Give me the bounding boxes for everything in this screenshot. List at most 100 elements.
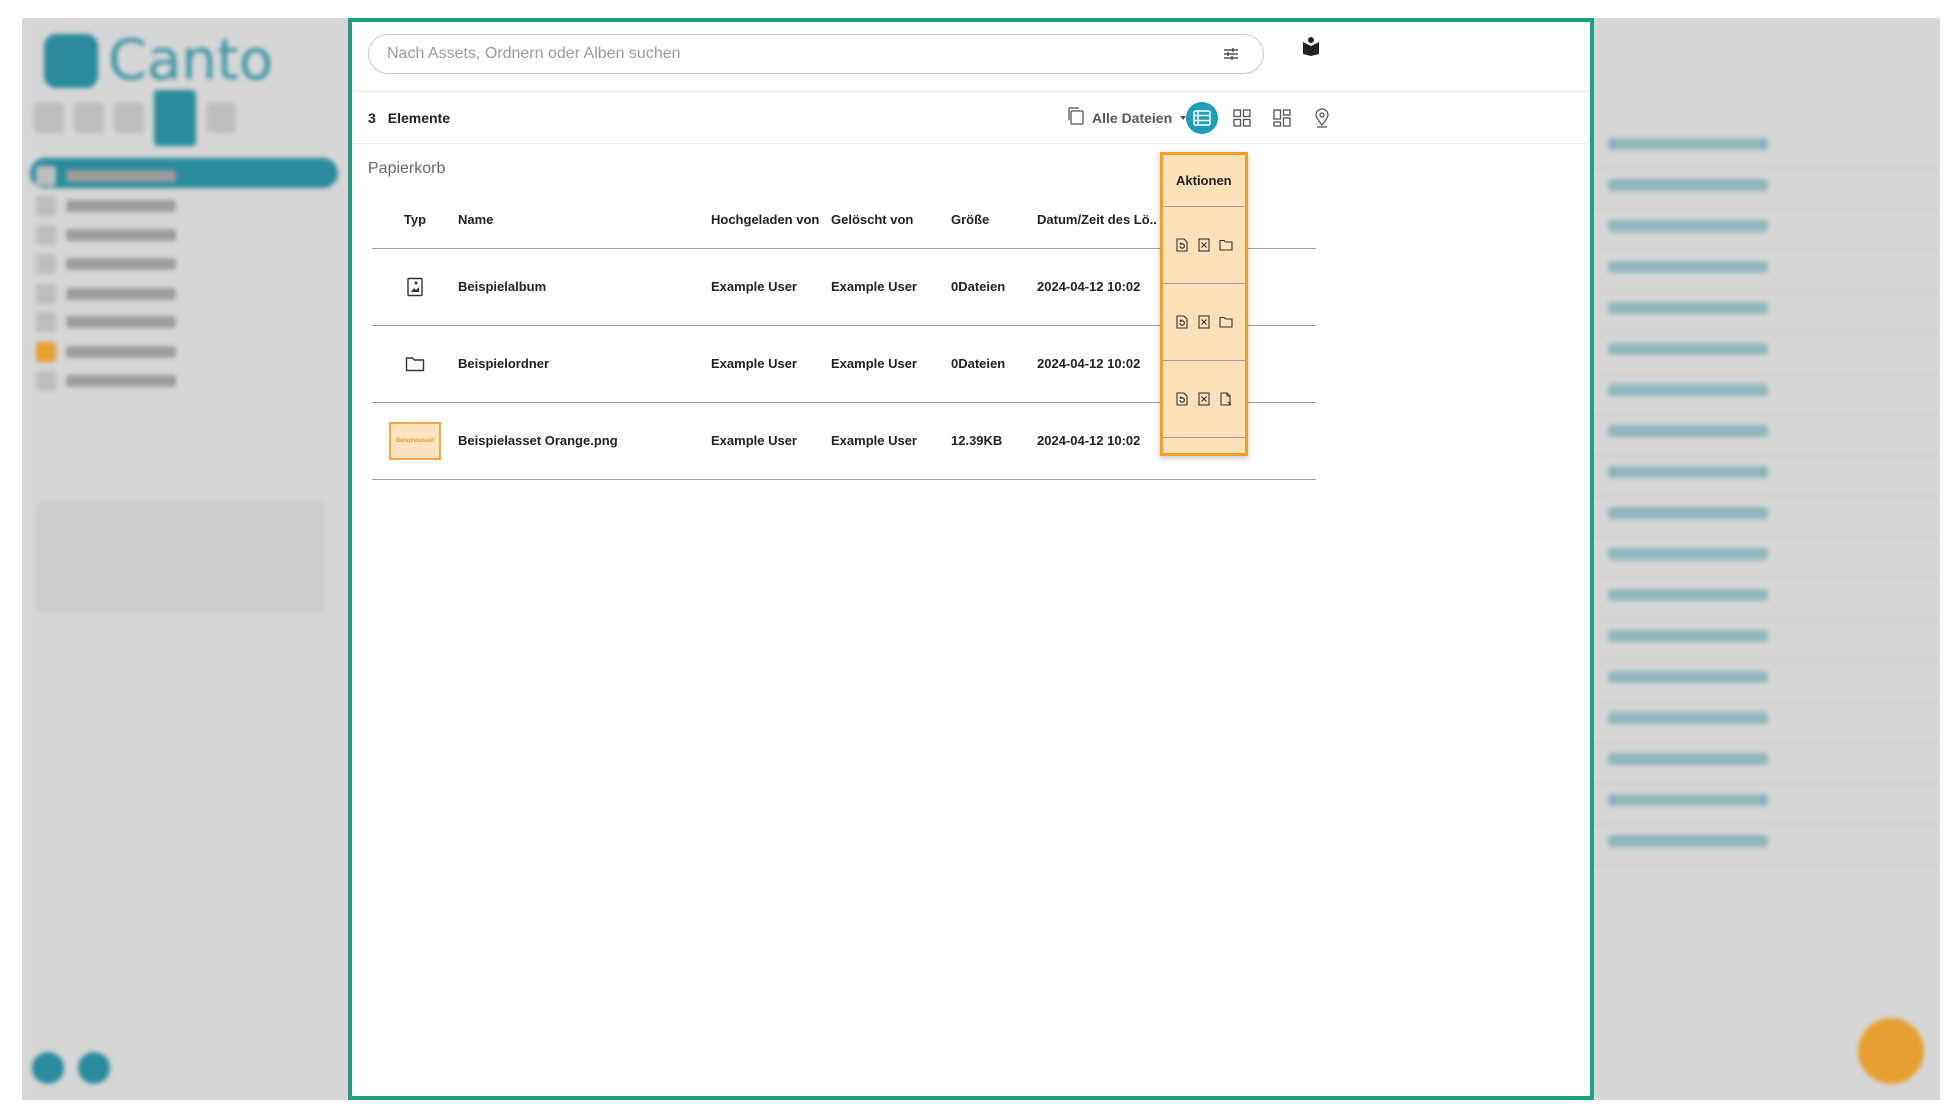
chat-icon[interactable] — [78, 1052, 110, 1084]
asset-size: 0Dateien — [951, 325, 1037, 403]
filter-row-label — [1608, 507, 1768, 519]
asset-name[interactable]: Beispielasset Orange.png — [458, 402, 711, 480]
type-cell: Beispielasset — [372, 421, 458, 460]
filter-row-label — [1608, 548, 1768, 560]
sidebar-item[interactable] — [36, 254, 176, 274]
sidebar-item-label — [66, 316, 176, 328]
actions-row — [1163, 207, 1245, 284]
filter-row-label — [1608, 794, 1768, 806]
sidebar-item-trash[interactable] — [36, 371, 176, 391]
sidebar-item-label — [66, 229, 176, 241]
sidebar-item-label — [66, 346, 176, 358]
actions-row — [1163, 361, 1245, 438]
asset-name[interactable]: Beispielordner — [458, 325, 711, 403]
sidebar-nav-icon-active[interactable] — [154, 90, 196, 146]
canto-logo: Canto — [44, 28, 273, 93]
asset-name[interactable]: Beispielalbum — [458, 248, 711, 326]
filter-row-label — [1608, 343, 1768, 355]
sidebar-item[interactable] — [36, 196, 176, 216]
library-switcher[interactable] — [1302, 36, 1320, 61]
column-header-uploaded-by[interactable]: Hochgeladen von — [711, 192, 831, 249]
asset-size: 0Dateien — [951, 248, 1037, 326]
sidebar-item[interactable] — [36, 342, 176, 362]
filter-row-label — [1608, 753, 1768, 765]
search-filter-icon[interactable] — [1217, 40, 1245, 68]
sidebar-nav-icon[interactable] — [206, 103, 236, 133]
sidebar-item-label — [66, 170, 176, 182]
sidebar-iconbar — [34, 90, 236, 146]
sidebar-item-icon — [36, 312, 56, 332]
sidebar-item-label — [66, 258, 176, 270]
column-header-actions: Aktionen — [1163, 155, 1245, 207]
view-switcher — [1186, 102, 1338, 134]
file-icon[interactable] — [1218, 391, 1234, 407]
deleted-by: Example User — [831, 325, 951, 403]
masonry-view-icon — [1273, 109, 1291, 127]
filter-row-label — [1608, 712, 1768, 724]
album-icon — [407, 277, 423, 296]
filter-row-label — [1608, 630, 1768, 642]
sidebar-footer — [32, 1052, 110, 1084]
list-view-button[interactable] — [1186, 102, 1218, 134]
filter-row-label — [1608, 220, 1768, 232]
sidebar-item[interactable] — [36, 312, 176, 332]
results-toolbar: 3 Elemente Alle Dateien — [352, 92, 1590, 144]
sidebar-item[interactable] — [36, 284, 176, 304]
filter-row-label — [1608, 138, 1768, 150]
filter-row-label — [1608, 384, 1768, 396]
column-header-size[interactable]: Größe — [951, 192, 1037, 249]
column-header-type[interactable]: Typ — [372, 192, 458, 249]
sidebar-item-icon — [36, 166, 56, 186]
trash-main-panel: 3 Elemente Alle Dateien — [348, 18, 1594, 1100]
left-sidebar: Canto — [22, 18, 348, 1100]
sidebar-nav-icon[interactable] — [34, 103, 64, 133]
filter-row-label — [1608, 671, 1768, 683]
sidebar-item-icon — [36, 225, 56, 245]
canto-logo-mark — [44, 33, 98, 88]
filter-row-label — [1608, 261, 1768, 273]
file-filter-dropdown[interactable]: Alle Dateien — [1066, 106, 1188, 129]
filter-row-label — [1608, 466, 1768, 478]
library-icon — [1302, 36, 1320, 61]
column-header-name[interactable]: Name — [458, 192, 711, 249]
uploaded-by: Example User — [711, 325, 831, 403]
column-header-deleted-by[interactable]: Gelöscht von — [831, 192, 951, 249]
chat-fab-button[interactable] — [1858, 1018, 1924, 1084]
filter-row-label — [1608, 179, 1768, 191]
filter-row[interactable] — [1594, 815, 1940, 866]
restore-icon[interactable] — [1174, 237, 1190, 253]
sidebar-item[interactable] — [36, 166, 176, 186]
asset-thumbnail: Beispielasset — [389, 421, 441, 460]
sidebar-item-label — [66, 288, 176, 300]
top-bar — [352, 22, 1590, 92]
deleted-by: Example User — [831, 248, 951, 326]
uploaded-by: Example User — [711, 248, 831, 326]
type-cell — [372, 277, 458, 297]
sidebar-item-icon — [36, 342, 56, 362]
sidebar-item-icon — [36, 284, 56, 304]
sidebar-nav-icon[interactable] — [74, 103, 104, 133]
help-icon[interactable] — [32, 1052, 64, 1084]
folder-icon[interactable] — [1218, 237, 1234, 253]
masonry-view-button[interactable] — [1266, 102, 1298, 134]
list-view-icon — [1193, 110, 1211, 126]
restore-icon[interactable] — [1174, 391, 1190, 407]
grid-view-button[interactable] — [1226, 102, 1258, 134]
folder-icon[interactable] — [1218, 314, 1234, 330]
filter-row-label — [1608, 302, 1768, 314]
sidebar-info-box — [36, 502, 326, 612]
sidebar-item-icon — [36, 196, 56, 216]
delete-permanently-icon[interactable] — [1196, 391, 1212, 407]
sidebar-item-label — [66, 375, 176, 387]
sidebar-item[interactable] — [36, 225, 176, 245]
restore-icon[interactable] — [1174, 314, 1190, 330]
uploaded-by: Example User — [711, 402, 831, 480]
right-panel-header — [1594, 18, 1940, 78]
search-input[interactable] — [387, 45, 1217, 63]
delete-permanently-icon[interactable] — [1196, 237, 1212, 253]
right-filter-panel — [1594, 18, 1940, 1100]
delete-permanently-icon[interactable] — [1196, 314, 1212, 330]
map-view-button[interactable] — [1306, 102, 1338, 134]
grid-view-icon — [1233, 109, 1251, 127]
sidebar-nav-icon[interactable] — [114, 103, 144, 133]
